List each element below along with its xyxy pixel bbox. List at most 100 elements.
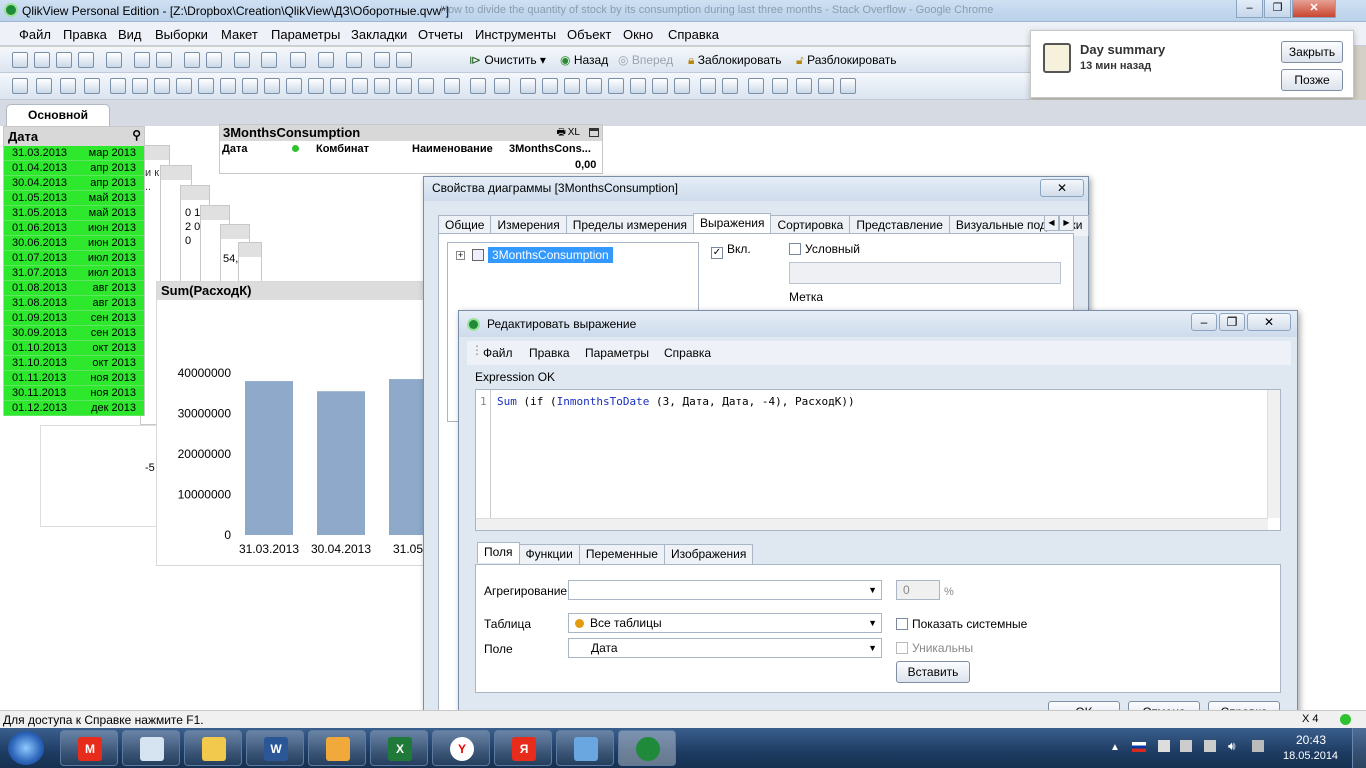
listbox-row[interactable]: 30.11.2013 ноя 2013 [4, 386, 144, 401]
menu-object[interactable]: Объект [567, 27, 611, 42]
listbox-row[interactable]: 01.07.2013 июл 2013 [4, 251, 144, 266]
start-button[interactable] [8, 731, 44, 765]
editor-vertical-scrollbar[interactable] [1267, 390, 1280, 518]
insert-button[interactable]: Вставить [896, 661, 970, 683]
column-header-kombinat[interactable]: Комбинат [316, 143, 369, 155]
notification-close-button[interactable]: Закрыть [1281, 41, 1343, 63]
close-button[interactable]: ✕ [1292, 0, 1336, 18]
search-object-icon[interactable] [374, 78, 390, 94]
taskbar-explorer[interactable] [184, 730, 242, 766]
taskbar-word[interactable]: W [246, 730, 304, 766]
star-icon[interactable] [318, 52, 334, 68]
maximize-icon[interactable] [589, 128, 599, 137]
menu-window[interactable]: Окно [623, 27, 653, 42]
chart-object-icon[interactable] [176, 78, 192, 94]
edit-script-icon[interactable] [134, 52, 150, 68]
new-icon[interactable] [12, 52, 28, 68]
back-button[interactable]: ◉ Назад [560, 53, 608, 67]
tab-fields[interactable]: Поля [477, 542, 520, 563]
table-box-3monthsconsumption[interactable]: 3MonthsConsumption 🖶︎ XL Дата Комбинат Н… [219, 124, 603, 174]
promote-sheet-icon[interactable] [36, 78, 52, 94]
show-desktop-button[interactable] [1352, 728, 1366, 768]
chart-icon[interactable] [290, 52, 306, 68]
date-listbox[interactable]: Дата ⚲ 31.03.2013 мар 2013 01.04.2013 апр 20… [3, 126, 145, 416]
listbox-row[interactable]: 01.06.2013 июн 2013 [4, 221, 144, 236]
listbox-row[interactable]: 01.10.2013 окт 2013 [4, 341, 144, 356]
check-icon[interactable] [261, 52, 277, 68]
listbox-row[interactable]: 01.09.2013 сен 2013 [4, 311, 144, 326]
menu-settings[interactable]: Параметры [271, 27, 340, 42]
properties-icon[interactable] [346, 52, 362, 68]
slider-icon[interactable] [330, 78, 346, 94]
button-object-icon[interactable] [264, 78, 280, 94]
forward-button[interactable]: ◎ Вперед [618, 53, 673, 67]
bookmark-add-icon[interactable] [772, 78, 788, 94]
input-box-icon[interactable] [198, 78, 214, 94]
debug-icon[interactable] [840, 78, 856, 94]
text-object-icon[interactable] [286, 78, 302, 94]
chart-sum-rashodk[interactable]: Sum(РасходК) 40000000 30000000 20000000 100… [156, 281, 437, 566]
expression-text[interactable]: Sum (if (InmonthsToDate (3, Дата, Дата, … [497, 395, 855, 408]
excel-export-icon[interactable]: XL [568, 125, 580, 141]
report-icon[interactable] [796, 78, 812, 94]
clock-date[interactable]: 18.05.2014 [1283, 750, 1338, 762]
enabled-checkbox[interactable]: ✓ Вкл. [711, 242, 751, 259]
expand-icon[interactable]: + [456, 251, 465, 260]
table-select[interactable]: Все таблицы ▼ [568, 613, 882, 633]
conditional-checkbox[interactable]: Условный [789, 242, 860, 256]
tray-expand-icon[interactable]: ▲ [1110, 742, 1120, 753]
layout-icon[interactable] [444, 78, 460, 94]
percent-input[interactable]: 0 [896, 580, 940, 600]
bar[interactable] [245, 381, 293, 535]
lock-button[interactable]: 🔒︎ Заблокировать [688, 53, 781, 68]
distribute-icon[interactable] [700, 78, 716, 94]
align-top-icon[interactable] [586, 78, 602, 94]
taskbar-outlook[interactable] [308, 730, 366, 766]
context-help-icon[interactable] [396, 52, 412, 68]
table-viewer-icon[interactable] [818, 78, 834, 94]
search-icon[interactable]: ⚲ [132, 128, 141, 142]
tab-functions[interactable]: Функции [518, 544, 580, 565]
menu-layout[interactable]: Макет [221, 27, 258, 42]
clear-button[interactable]: ⧐ Очистить ▾ [469, 53, 546, 67]
column-header-3months[interactable]: 3MonthsCons... [509, 143, 591, 155]
aggregation-select[interactable]: ▼ [568, 580, 882, 600]
align-right-icon[interactable] [564, 78, 580, 94]
search-icon[interactable] [234, 52, 250, 68]
taskbar-yandex[interactable]: Я [494, 730, 552, 766]
save-icon[interactable] [78, 52, 94, 68]
tab-main-sheet[interactable]: Основной [6, 104, 110, 126]
align-center-icon[interactable] [542, 78, 558, 94]
listbox-row[interactable]: 31.10.2013 окт 2013 [4, 356, 144, 371]
cut-icon[interactable] [156, 52, 172, 68]
bookmark-object-icon[interactable] [352, 78, 368, 94]
taskbar-excel[interactable]: X [370, 730, 428, 766]
expression-editor[interactable]: 1 Sum (if (InmonthsToDate (3, Дата, Дата… [475, 389, 1281, 531]
tab-images[interactable]: Изображения [663, 544, 754, 565]
current-selections-icon[interactable] [220, 78, 236, 94]
menu-help[interactable]: Справка [668, 27, 719, 42]
edit-menu-file[interactable]: Файл [483, 346, 513, 360]
edit-menu-settings[interactable]: Параметры [585, 346, 649, 360]
network-icon[interactable] [1252, 740, 1264, 752]
notification-later-button[interactable]: Позже [1281, 69, 1343, 91]
column-header-date[interactable]: Дата [222, 143, 247, 155]
listbox-row[interactable]: 31.07.2013 июл 2013 [4, 266, 144, 281]
statistics-box-icon[interactable] [132, 78, 148, 94]
menu-reports[interactable]: Отчеты [418, 27, 463, 42]
listbox-row[interactable]: 31.08.2013 авг 2013 [4, 296, 144, 311]
edit-restore-button[interactable]: ❐ [1219, 313, 1245, 331]
expression-icon[interactable] [748, 78, 764, 94]
menu-selections[interactable]: Выборки [155, 27, 208, 42]
language-flag-icon[interactable] [1132, 742, 1146, 752]
menu-file[interactable]: Файл [19, 27, 51, 42]
column-header-name[interactable]: Наименование [412, 143, 493, 155]
bar[interactable] [317, 391, 365, 535]
reload-icon[interactable] [56, 52, 72, 68]
properties-close-button[interactable]: ✕ [1040, 179, 1084, 197]
menu-tools[interactable]: Инструменты [475, 27, 556, 42]
edit-menu-edit[interactable]: Правка [529, 346, 570, 360]
container-icon[interactable] [396, 78, 412, 94]
condition-field[interactable] [789, 262, 1061, 284]
volume-icon[interactable]: 🔊︎ [1228, 739, 1236, 754]
